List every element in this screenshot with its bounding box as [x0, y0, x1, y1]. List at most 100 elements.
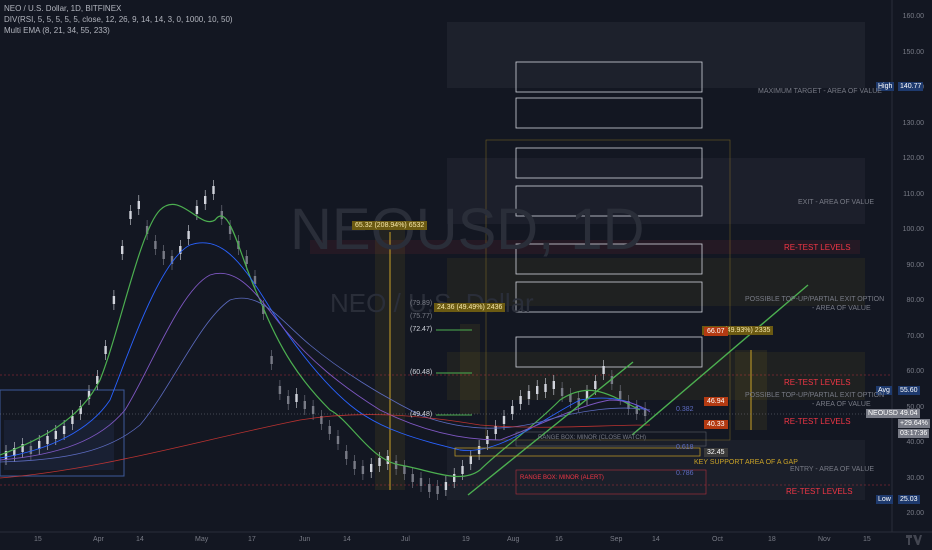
note-partial-1a: POSSIBLE TOP-UP/PARTIAL EXIT OPTION — [745, 296, 885, 303]
fib-label-5: (49.48) — [410, 411, 433, 418]
price-tick: 60.00 — [906, 368, 924, 375]
tradingview-logo[interactable] — [906, 535, 922, 545]
fib-label-1: (79.89) — [410, 300, 433, 307]
price-tick: 130.00 — [902, 119, 924, 127]
candle-body — [403, 466, 406, 474]
candle-body — [245, 256, 248, 264]
candle-body — [162, 251, 165, 259]
candle-body — [519, 396, 522, 404]
candle-body — [544, 384, 547, 392]
note-entry: ENTRY - AREA OF VALUE — [790, 466, 875, 473]
candle-body — [552, 381, 555, 389]
symbol-legend[interactable]: NEO / U.S. Dollar, 1D, BITFINEX — [4, 3, 121, 14]
candle-body — [453, 474, 456, 482]
candle-body — [195, 206, 199, 214]
candle-body — [129, 211, 132, 219]
candle-body — [594, 381, 597, 389]
candle-body — [353, 461, 356, 469]
candle-body — [536, 386, 539, 394]
price-tick: 120.00 — [902, 155, 924, 162]
price-tick: 40.00 — [906, 439, 924, 446]
range-box-left-inner — [4, 420, 114, 470]
price-tick: 80.00 — [906, 297, 924, 304]
low-tag-label: Low — [876, 495, 893, 504]
note-partial-2b: - AREA OF VALUE — [812, 401, 871, 408]
candle-body — [419, 478, 423, 486]
low-tag: 25.03 — [898, 495, 920, 504]
candle-body — [411, 474, 414, 482]
fib-label-4: (60.48) — [410, 369, 433, 376]
candle-body — [54, 431, 57, 439]
candle-body — [212, 186, 215, 194]
candle-body — [137, 201, 140, 209]
price-tick: 150.00 — [902, 48, 924, 56]
note-range-alert: RANGE BOX: MINOR (ALERT) — [520, 475, 604, 481]
candle-body — [154, 241, 157, 249]
time-tick: 15 — [34, 536, 42, 543]
last-price-tag: 49.04 — [898, 409, 920, 418]
note-max-target: MAXIMUM TARGET - AREA OF VALUE — [758, 88, 882, 95]
candle-body — [370, 464, 373, 472]
max-target-zone — [447, 22, 865, 88]
price-tick: 100.00 — [902, 226, 924, 233]
candle-body — [394, 461, 398, 469]
time-tick: 14 — [136, 536, 144, 543]
countdown-tag: 03:17:36 — [898, 429, 930, 438]
candle-body — [270, 356, 273, 364]
time-tick: 18 — [768, 536, 776, 543]
note-retest-3: RE-TEST LEVELS — [784, 417, 851, 426]
time-tick: 16 — [555, 536, 563, 543]
price-tick: 110.00 — [903, 190, 924, 198]
candle-body — [104, 346, 107, 354]
fib-label-3: (72.47) — [410, 326, 433, 333]
indicator-ema-legend[interactable]: Multi EMA (8, 21, 34, 55, 233) — [4, 25, 110, 36]
note-exit: EXIT - AREA OF VALUE — [798, 199, 874, 206]
time-tick: Apr — [93, 536, 104, 543]
candle-body — [278, 386, 282, 394]
time-tick: Oct — [712, 536, 723, 543]
fib-small-3: 0.786 — [676, 470, 694, 477]
candle-body — [494, 426, 497, 434]
candle-body — [336, 436, 340, 444]
candle-body — [303, 401, 306, 409]
fib-small-1: 0.382 — [676, 406, 694, 413]
time-tick: Jun — [299, 536, 311, 543]
candle-body — [112, 296, 116, 304]
change-tag: +29.64% — [898, 419, 930, 428]
note-partial-1b: - AREA OF VALUE — [812, 305, 871, 312]
time-tick: Sep — [610, 536, 623, 543]
candle-body — [328, 426, 331, 434]
note-partial-2a: POSSIBLE TOP-UP/PARTIAL EXIT OPTION — [745, 392, 885, 399]
time-tick: 19 — [462, 536, 470, 543]
symbol-tag: NEOUSD — [866, 409, 900, 418]
note-key-support: KEY SUPPORT AREA OF A GAP — [694, 459, 798, 466]
candle-body — [29, 446, 33, 454]
high-tag: 140.77 — [898, 82, 924, 91]
candle-body — [220, 211, 223, 219]
candle-body — [428, 484, 431, 492]
candle-body — [444, 482, 448, 490]
time-tick: May — [195, 536, 209, 543]
time-tick: 17 — [248, 536, 256, 543]
measure-label-mid: 24.36 (49.49%) 2436 — [434, 303, 506, 312]
candle-body — [602, 366, 605, 374]
note-retest-1: RE-TEST LEVELS — [784, 243, 851, 252]
price-tick: 70.00 — [906, 332, 924, 340]
candle-body — [71, 416, 74, 424]
candle-body — [311, 406, 315, 414]
candle-body — [436, 486, 439, 494]
indicator-div-legend[interactable]: DIV(RSI, 5, 5, 5, 5, 5, close, 12, 26, 9… — [4, 14, 233, 25]
fib-small-2: 0.618 — [676, 444, 694, 451]
price-tag-4: 32.45 — [704, 448, 728, 457]
candle-body — [635, 406, 638, 414]
fib-label-2: (75.77) — [410, 313, 433, 320]
candle-body — [62, 426, 66, 434]
avg-tag: 55.60 — [898, 386, 920, 395]
watermark-symbol: NEOUSD, 1D — [290, 197, 645, 262]
measure-box-mid — [460, 324, 480, 414]
candle-body — [295, 394, 298, 402]
candle-body — [527, 391, 531, 399]
time-tick: 14 — [652, 536, 660, 543]
candle-body — [38, 441, 41, 449]
candle-body — [187, 231, 190, 239]
